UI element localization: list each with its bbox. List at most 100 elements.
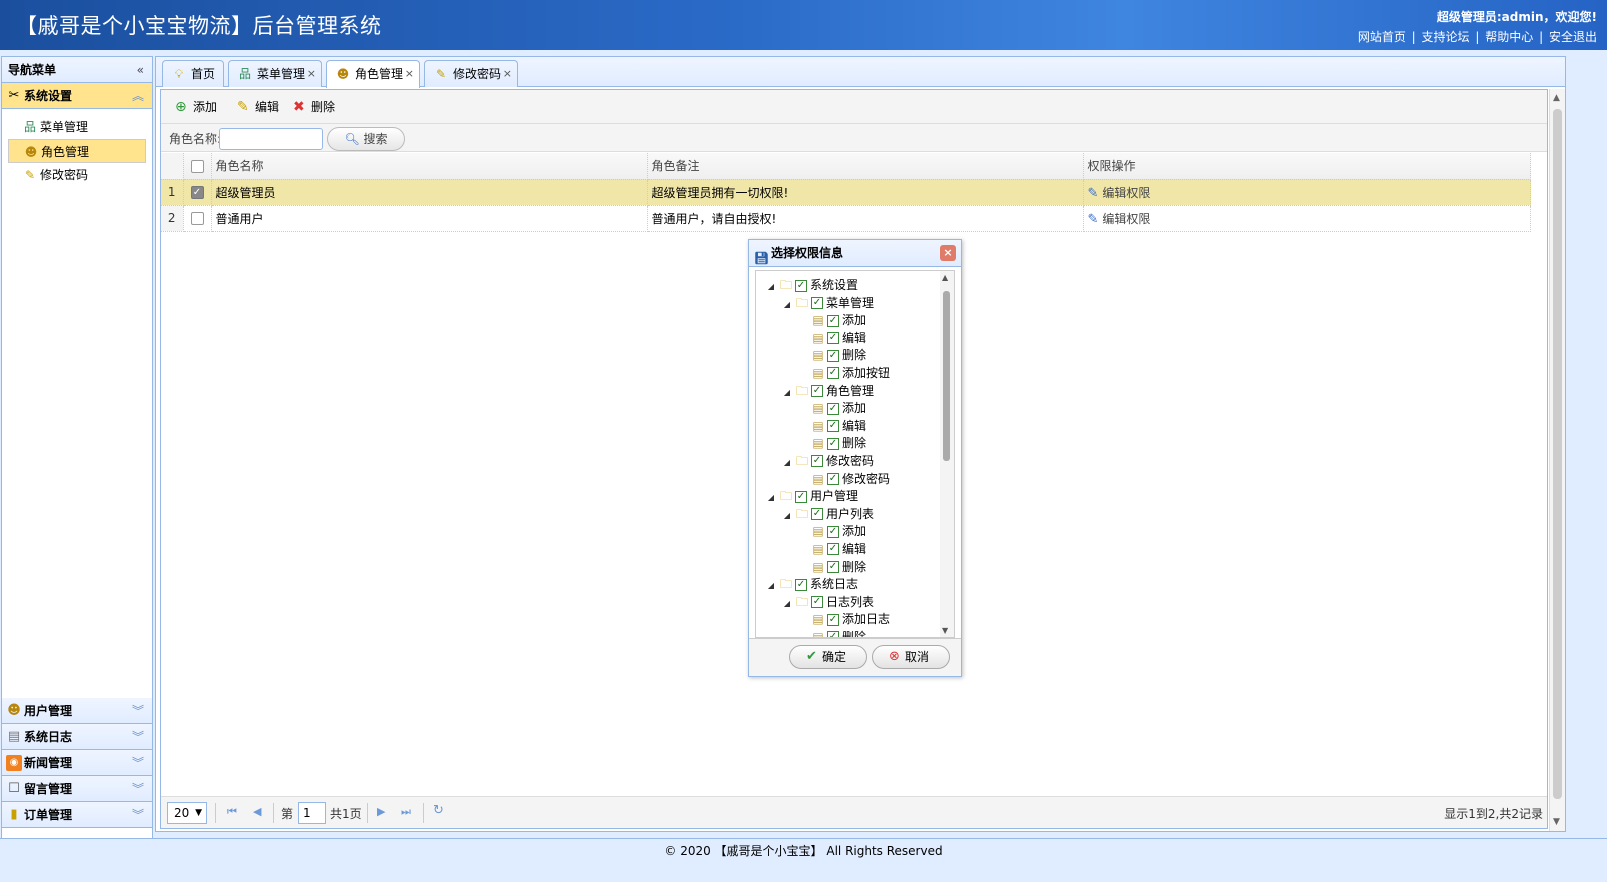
link-home[interactable]: 网站首页 [1358, 30, 1406, 44]
edit-permission-link[interactable]: ✎ 编辑权限 [1083, 179, 1531, 206]
first-page-icon[interactable]: ⏮ [227, 805, 237, 819]
tree-node[interactable]: ◢ 🗀︎ ✓ 修改密码 [756, 453, 890, 471]
select-all-checkbox[interactable] [183, 153, 212, 180]
tree-checkbox[interactable]: ✓ [811, 596, 823, 609]
link-forum[interactable]: 支持论坛 [1422, 30, 1470, 44]
tab-menu-manage[interactable]: 品 菜单管理 × [228, 60, 322, 87]
vertical-scrollbar[interactable]: ▲ ▼ [1549, 89, 1565, 831]
last-page-icon[interactable]: ⏭ [401, 805, 411, 819]
tree-checkbox[interactable]: ✓ [795, 279, 807, 292]
tree-checkbox[interactable]: ✓ [827, 613, 839, 626]
tree-checkbox[interactable]: ✓ [795, 578, 807, 591]
close-icon[interactable]: × [503, 61, 512, 87]
scroll-down-icon[interactable]: ▼ [1553, 817, 1560, 827]
tree-node[interactable]: ▤ ✓ 删除 [756, 559, 890, 577]
chevron-down-icon[interactable]: ︾ [132, 802, 144, 828]
tree-checkbox[interactable]: ✓ [811, 297, 823, 310]
collapse-icon[interactable]: « [137, 57, 144, 83]
tree-checkbox[interactable]: ✓ [827, 402, 839, 415]
row-checkbox[interactable]: ✓ [183, 179, 212, 206]
tree-node[interactable]: ▤ ✓ 编辑 [756, 330, 890, 348]
page-size-select[interactable]: 20 ▼ [167, 802, 207, 824]
expand-toggle-icon[interactable]: ◢ [764, 278, 778, 296]
scroll-thumb[interactable] [1553, 109, 1562, 799]
tree-node[interactable]: ▤ ✓ 删除 [756, 347, 890, 365]
tree-node[interactable]: ◢ 🗀︎ ✓ 系统日志 [756, 576, 890, 594]
close-icon[interactable]: × [940, 245, 956, 261]
chevron-down-icon[interactable]: ︾ [132, 776, 144, 802]
tree-node[interactable]: ▤ ✓ 编辑 [756, 418, 890, 436]
table-row[interactable]: 2 普通用户 普通用户，请自由授权! ✎ 编辑权限 [161, 205, 1531, 232]
prev-page-icon[interactable]: ◀ [253, 805, 261, 818]
next-page-icon[interactable]: ▶ [377, 805, 385, 818]
edit-button[interactable]: ✎ 编辑 [237, 98, 279, 116]
add-button[interactable]: ⊕ 添加 [175, 98, 217, 116]
chevron-down-icon[interactable]: ︾ [132, 724, 144, 750]
accordion-order-manage[interactable]: ▮ 订单管理 ︾ [2, 802, 152, 828]
tab-home[interactable]: 💡︎ 首页 [162, 60, 224, 87]
tree-node[interactable]: ▤ ✓ 删除 [756, 629, 890, 637]
expand-toggle-icon[interactable]: ◢ [780, 384, 794, 402]
role-name-input[interactable] [219, 128, 323, 150]
tree-checkbox[interactable]: ✓ [827, 437, 839, 450]
scroll-down-icon[interactable]: ▼ [942, 626, 948, 635]
tree-node[interactable]: ▤ ✓ 编辑 [756, 541, 890, 559]
accordion-news-manage[interactable]: ◉ 新闻管理 ︾ [2, 750, 152, 776]
accordion-user-manage[interactable]: ☻ 用户管理 ︾ [2, 698, 152, 724]
menu-item-menu-manage[interactable]: 品 菜单管理 [8, 115, 146, 139]
tree-checkbox[interactable]: ✓ [827, 631, 839, 637]
tree-node[interactable]: ▤ ✓ 修改密码 [756, 471, 890, 489]
tree-node[interactable]: ▤ ✓ 添加日志 [756, 611, 890, 629]
table-row[interactable]: 1 ✓ 超级管理员 超级管理员拥有一切权限! ✎ 编辑权限 [161, 179, 1531, 206]
tab-role-manage[interactable]: ☻ 角色管理 × [326, 60, 420, 88]
tree-checkbox[interactable]: ✓ [827, 525, 839, 538]
tree-checkbox[interactable]: ✓ [827, 420, 839, 433]
column-header[interactable]: 角色名称 [211, 153, 648, 180]
tree-checkbox[interactable]: ✓ [827, 543, 839, 556]
chevron-up-icon[interactable]: ︽ [132, 83, 144, 109]
accordion-message-manage[interactable]: ☐ 留言管理 ︾ [2, 776, 152, 802]
tree-node[interactable]: ◢ 🗀︎ ✓ 用户列表 [756, 506, 890, 524]
close-icon[interactable]: × [307, 61, 316, 87]
tree-checkbox[interactable]: ✓ [827, 332, 839, 345]
refresh-icon[interactable]: ↻ [433, 803, 444, 818]
edit-permission-link[interactable]: ✎ 编辑权限 [1083, 205, 1531, 232]
row-checkbox[interactable] [183, 205, 212, 232]
accordion-system-log[interactable]: ▤ 系统日志 ︾ [2, 724, 152, 750]
tree-checkbox[interactable]: ✓ [827, 314, 839, 327]
menu-item-role-manage[interactable]: ☻ 角色管理 [8, 139, 146, 163]
tree-node[interactable]: ◢ 🗀︎ ✓ 日志列表 [756, 594, 890, 612]
expand-toggle-icon[interactable]: ◢ [780, 595, 794, 613]
tree-node[interactable]: ◢ 🗀︎ ✓ 菜单管理 [756, 295, 890, 313]
delete-button[interactable]: ✖ 删除 [293, 98, 335, 116]
link-help[interactable]: 帮助中心 [1485, 30, 1533, 44]
scroll-thumb[interactable] [943, 291, 950, 461]
tree-node[interactable]: ▤ ✓ 添加 [756, 312, 890, 330]
tree-node[interactable]: ◢ 🗀︎ ✓ 角色管理 [756, 383, 890, 401]
chevron-down-icon[interactable]: ︾ [132, 750, 144, 776]
tree-checkbox[interactable]: ✓ [811, 385, 823, 398]
page-number-input[interactable]: 1 [298, 802, 326, 824]
expand-toggle-icon[interactable]: ◢ [780, 507, 794, 525]
expand-toggle-icon[interactable]: ◢ [764, 577, 778, 595]
tree-node[interactable]: ▤ ✓ 添加按钮 [756, 365, 890, 383]
tree-node[interactable]: ◢ 🗀︎ ✓ 系统设置 [756, 277, 890, 295]
menu-item-change-password[interactable]: ✎ 修改密码 [8, 163, 146, 187]
column-header[interactable]: 权限操作 [1083, 153, 1531, 180]
chevron-down-icon[interactable]: ︾ [132, 698, 144, 724]
tree-checkbox[interactable]: ✓ [827, 349, 839, 362]
close-icon[interactable]: × [405, 61, 414, 87]
tree-node[interactable]: ◢ 🗀︎ ✓ 用户管理 [756, 488, 890, 506]
scroll-up-icon[interactable]: ▲ [1553, 93, 1560, 103]
tree-checkbox[interactable]: ✓ [811, 508, 823, 521]
tree-node[interactable]: ▤ ✓ 删除 [756, 435, 890, 453]
tree-node[interactable]: ▤ ✓ 添加 [756, 523, 890, 541]
tree-scrollbar[interactable]: ▲ ▼ [940, 271, 954, 637]
expand-toggle-icon[interactable]: ◢ [780, 454, 794, 472]
link-logout[interactable]: 安全退出 [1549, 30, 1597, 44]
tree-checkbox[interactable]: ✓ [811, 455, 823, 468]
tree-checkbox[interactable]: ✓ [827, 473, 839, 486]
accordion-system-settings[interactable]: ✂ 系统设置 ︽ [2, 83, 152, 109]
column-header[interactable]: 角色备注 [647, 153, 1084, 180]
tree-checkbox[interactable]: ✓ [827, 561, 839, 573]
